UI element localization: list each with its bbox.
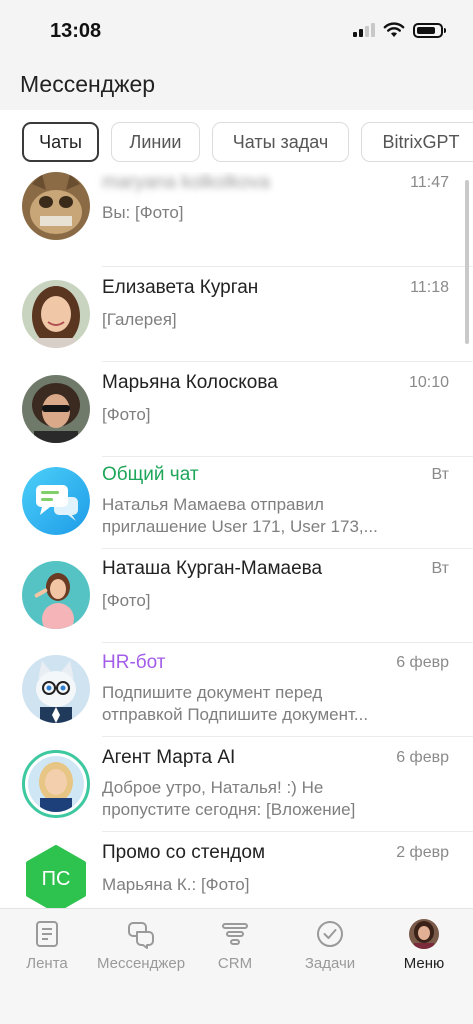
avatar <box>22 280 90 348</box>
chat-last-message: [Галерея] <box>102 310 177 329</box>
nav-label: Меню <box>403 955 445 972</box>
chat-title: Марьяна Колоскова <box>102 372 278 393</box>
chat-last-message: Наталья Мамаева отправил приглашение Use… <box>102 494 432 538</box>
bottom-nav: Лента Мессенджер CRM Задачи Меню <box>0 908 473 1024</box>
message-line: отправкой Подпишите документ... <box>102 705 369 724</box>
message-line: Доброе утро, Наталья! :) Не <box>102 778 324 797</box>
scrollbar[interactable] <box>465 180 469 344</box>
avatar <box>22 375 90 443</box>
chat-title: Наташа Курган-Мамаева <box>102 558 323 579</box>
profile-avatar <box>409 919 439 949</box>
status-icons <box>353 22 446 38</box>
cellular-signal-icon <box>353 23 375 37</box>
nav-menu[interactable]: Меню <box>377 919 471 972</box>
nav-label: Мессенджер <box>96 955 186 972</box>
message-line: пропустите сегодня: [Вложение] <box>102 800 356 819</box>
chat-time: 6 февр <box>396 654 449 671</box>
message-line: Наталья Мамаева отправил <box>102 495 324 514</box>
avatar <box>22 750 90 818</box>
chat-row[interactable]: Наташа Курган-Мамаева Вт [Фото] <box>0 548 473 643</box>
chat-row[interactable]: Марьяна Колоскова 10:10 [Фото] <box>0 362 473 457</box>
chat-last-message: Подпишите документ перед отправкой Подпи… <box>102 682 432 726</box>
chat-title: Елизавета Курган <box>102 277 259 298</box>
chat-last-message: [Фото] <box>102 405 151 424</box>
nav-label: Задачи <box>304 955 356 972</box>
chat-last-message: Марьяна К.: [Фото] <box>102 875 250 894</box>
chat-row[interactable]: HR-бот 6 февр Подпишите документ перед о… <box>0 642 473 737</box>
tab-chats[interactable]: Чаты <box>22 122 99 162</box>
nav-label: CRM <box>217 955 253 972</box>
nav-label: Лента <box>26 955 68 972</box>
chat-time: 10:10 <box>408 374 449 391</box>
chat-last-message: [Фото] <box>102 591 151 610</box>
message-line: Подпишите документ перед <box>102 683 323 702</box>
avatar <box>22 561 90 629</box>
nav-feed[interactable]: Лента <box>0 919 94 972</box>
avatar <box>22 172 90 240</box>
chat-last-message: Доброе утро, Наталья! :) Не пропустите с… <box>102 777 432 821</box>
chat-row[interactable]: Общий чат Вт Наталья Мамаева отправил пр… <box>0 454 473 549</box>
status-bar: 13:08 <box>0 0 473 62</box>
chat-bubbles-icon <box>22 467 90 535</box>
chat-title: Общий чат <box>102 464 199 485</box>
chat-time: 6 февр <box>396 749 449 766</box>
page-title: Мессенджер <box>20 71 156 97</box>
messenger-icon <box>128 922 154 949</box>
chat-time: Вт <box>431 560 449 577</box>
status-time: 13:08 <box>50 20 102 42</box>
chat-row[interactable]: Агент Марта AI 6 февр Доброе утро, Натал… <box>0 737 473 832</box>
wifi-icon <box>383 22 405 37</box>
chat-title: HR-бот <box>102 652 166 673</box>
chat-list: maryana kolkolkova 11:47 Вы: [Фото] Елиз… <box>0 172 473 908</box>
chat-tabs: Чаты Линии Чаты задач BitrixGPT <box>0 110 473 172</box>
chat-title: Агент Марта AI <box>102 747 236 768</box>
initials-avatar: ПС <box>22 845 90 908</box>
chat-row[interactable]: Елизавета Курган 11:18 [Галерея] <box>0 267 473 362</box>
feed-icon <box>36 921 58 947</box>
chat-row[interactable]: ПС Промо со стендом 2 февр Марьяна К.: [… <box>0 832 473 908</box>
chat-time: Вт <box>431 466 449 483</box>
chat-title: Промо со стендом <box>102 842 266 863</box>
nav-crm[interactable]: CRM <box>188 919 282 972</box>
chat-time: 11:47 <box>410 174 449 191</box>
message-line: приглашение User 171, User 173,... <box>102 517 378 536</box>
tab-lines[interactable]: Линии <box>111 122 200 162</box>
nav-tasks[interactable]: Задачи <box>283 919 377 972</box>
battery-icon <box>413 22 446 38</box>
app-header: Мессенджер <box>0 62 473 110</box>
cat-bot-avatar <box>22 655 90 723</box>
tab-bitrixgpt[interactable]: BitrixGPT <box>361 122 473 162</box>
crm-icon <box>222 923 248 945</box>
tasks-icon <box>317 921 343 947</box>
chat-title: maryana kolkolkova <box>102 172 270 193</box>
chat-row[interactable]: maryana kolkolkova 11:47 Вы: [Фото] <box>0 172 473 267</box>
chat-time: 11:18 <box>410 279 449 296</box>
avatar-initials: ПС <box>41 867 71 890</box>
tab-task-chats[interactable]: Чаты задач <box>212 122 349 162</box>
nav-messenger[interactable]: Мессенджер <box>94 919 188 972</box>
chat-time: 2 февр <box>396 844 449 861</box>
chat-last-message: Вы: [Фото] <box>102 203 184 222</box>
